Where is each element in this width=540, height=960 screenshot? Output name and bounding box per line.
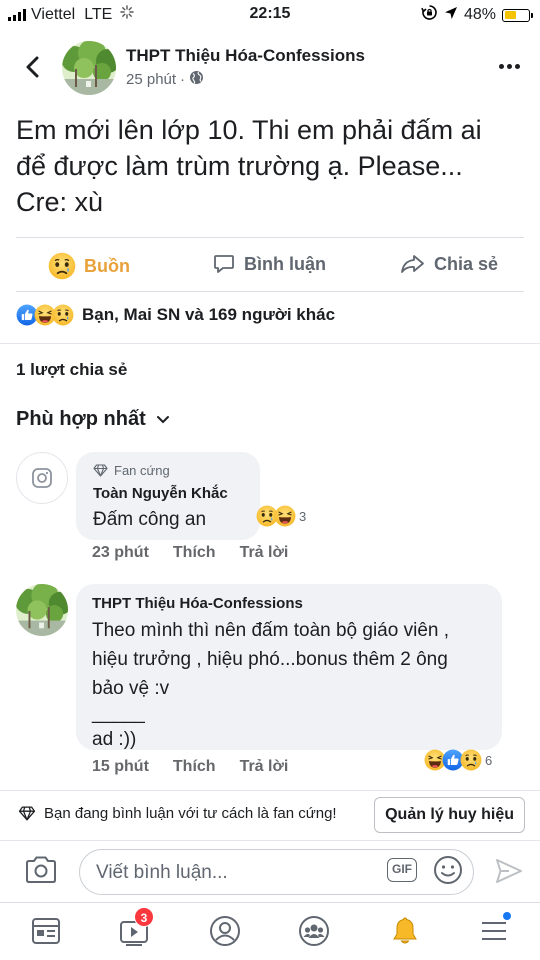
tab-groups[interactable] <box>298 915 330 952</box>
post-text-line: Em mới lên lớp 10. Thi em phải đấm ai <box>16 115 482 145</box>
tab-notifications[interactable] <box>389 915 421 952</box>
like-comment-button[interactable]: Thích <box>173 544 216 562</box>
comment-author[interactable]: THPT Thiệu Hóa-Confessions <box>92 595 303 612</box>
share-icon <box>401 255 424 273</box>
badge-label: Fan cứng <box>114 463 170 478</box>
divider <box>0 343 540 344</box>
like-comment-button[interactable]: Thích <box>173 758 216 776</box>
comment-text: Theo mình thì nên đấm toàn bộ giáo viên … <box>92 616 449 754</box>
reply-button[interactable]: Trả lời <box>240 758 289 776</box>
sad-reaction-icon <box>48 252 76 280</box>
comment-text-line: Theo mình thì nên đấm toàn bộ giáo viên … <box>92 620 450 641</box>
reactions-summary[interactable]: Bạn, Mai SN và 169 người khác <box>16 304 335 326</box>
post-time[interactable]: 25 phút <box>126 71 176 88</box>
react-button[interactable]: Buồn <box>48 252 130 280</box>
reactions-text: Bạn, Mai SN và 169 người khác <box>82 305 336 324</box>
status-right: 48% <box>421 4 533 26</box>
comment-sort-selector[interactable]: Phù hợp nhất <box>16 408 170 431</box>
comment-actions: 23 phút Thích Trả lời <box>92 544 312 562</box>
comment-text-line: hiệu trưởng , hiệu phó...bonus thêm 2 ôn… <box>92 649 448 670</box>
sad-reaction-icon <box>52 304 74 326</box>
camera-button[interactable] <box>24 855 58 890</box>
manage-badges-button[interactable]: Quản lý huy hiệu <box>374 797 525 833</box>
send-icon <box>496 859 522 883</box>
react-label: Buồn <box>84 255 130 276</box>
post-meta: 25 phút · <box>126 70 204 89</box>
bottom-tab-bar: 3 <box>0 902 540 960</box>
comment-icon <box>214 255 234 273</box>
comment-text: Đấm công an <box>93 509 207 530</box>
send-button[interactable] <box>494 857 524 890</box>
status-bar: Viettel LTE 22:15 48% <box>0 0 540 30</box>
news-feed-icon <box>32 918 60 944</box>
comment-bubble[interactable]: THPT Thiệu Hóa-Confessions Theo mình thì… <box>76 584 502 750</box>
comment-text-line: bảo vệ :v <box>92 678 170 699</box>
comment-reactions[interactable]: 3 <box>256 505 306 527</box>
tab-news-feed[interactable] <box>30 915 62 952</box>
bell-icon <box>393 917 417 944</box>
profile-icon <box>210 916 240 946</box>
reaction-icons <box>16 304 74 326</box>
comment-button[interactable]: Bình luận <box>212 252 326 276</box>
comment-avatar[interactable] <box>16 452 68 504</box>
notification-badge: 3 <box>134 907 154 927</box>
comment-bubble[interactable]: Fan cứng Toàn Nguyễn Khắc Đấm công an <box>76 452 260 540</box>
comment-reaction-count: 3 <box>299 508 307 524</box>
comment-label: Bình luận <box>244 253 326 274</box>
diamond-icon <box>93 464 108 477</box>
gif-button[interactable]: GIF <box>387 858 417 882</box>
fan-status-text: Bạn đang bình luận với tư cách là fan cứ… <box>44 805 337 822</box>
post-text: Em mới lên lớp 10. Thi em phải đấm ai để… <box>16 112 526 220</box>
orientation-lock-icon <box>421 4 438 26</box>
page-avatar[interactable] <box>62 41 116 95</box>
chevron-left-icon <box>26 56 39 78</box>
post-header: THPT Thiệu Hóa-Confessions 25 phút · <box>0 30 540 110</box>
comment-author[interactable]: Toàn Nguyễn Khắc <box>93 485 228 502</box>
share-button[interactable]: Chia sẻ <box>400 252 498 276</box>
comment-time: 15 phút <box>92 758 149 775</box>
battery-icon <box>502 8 533 22</box>
comment-reaction-count: 6 <box>485 752 493 768</box>
fan-status-bar: Bạn đang bình luận với tư cách là fan cứ… <box>0 790 540 840</box>
page-name[interactable]: THPT Thiệu Hóa-Confessions <box>126 46 365 66</box>
location-icon <box>444 6 458 25</box>
more-options-button[interactable] <box>499 64 520 69</box>
share-label: Chia sẻ <box>434 253 499 274</box>
post-text-line: để được làm trùm trường ạ. Please... <box>16 151 463 181</box>
comment-placeholder: Viết bình luận... <box>96 862 228 883</box>
sort-label: Phù hợp nhất <box>16 408 146 430</box>
comment-reactions[interactable]: 6 <box>424 749 492 771</box>
sad-reaction-icon <box>460 749 482 771</box>
reply-button[interactable]: Trả lời <box>240 544 289 562</box>
battery-fill <box>504 11 516 19</box>
unread-dot <box>502 911 512 921</box>
comment-text-line: _____ <box>92 703 145 724</box>
groups-icon <box>299 916 329 946</box>
chevron-down-icon <box>156 415 169 423</box>
shares-count[interactable]: 1 lượt chia sẻ <box>16 360 127 380</box>
tab-watch[interactable]: 3 <box>118 907 154 952</box>
camera-icon <box>26 856 56 883</box>
emoji-button[interactable] <box>433 855 463 890</box>
meta-dot: · <box>180 71 186 88</box>
comment-text-line: ad :)) <box>92 729 137 750</box>
instagram-icon <box>32 468 52 488</box>
globe-icon <box>189 70 204 89</box>
comment-actions: 15 phút Thích Trả lời <box>92 758 312 776</box>
back-button[interactable] <box>18 52 48 82</box>
fan-badge: Fan cứng <box>93 463 170 478</box>
battery-percent: 48% <box>463 6 496 23</box>
post-text-line: Cre: xù <box>16 187 104 217</box>
comment-composer: Viết bình luận... GIF <box>0 840 540 902</box>
post-action-bar: Buồn Bình luận Chia sẻ <box>16 237 524 292</box>
tab-profile[interactable] <box>209 915 241 952</box>
tab-menu[interactable] <box>478 911 512 952</box>
diamond-icon <box>18 806 36 821</box>
smiley-icon <box>434 856 462 884</box>
comment-time: 23 phút <box>92 544 149 561</box>
comment-avatar[interactable] <box>16 584 68 636</box>
fan-status: Bạn đang bình luận với tư cách là fan cứ… <box>18 805 337 822</box>
haha-reaction-icon <box>274 505 296 527</box>
